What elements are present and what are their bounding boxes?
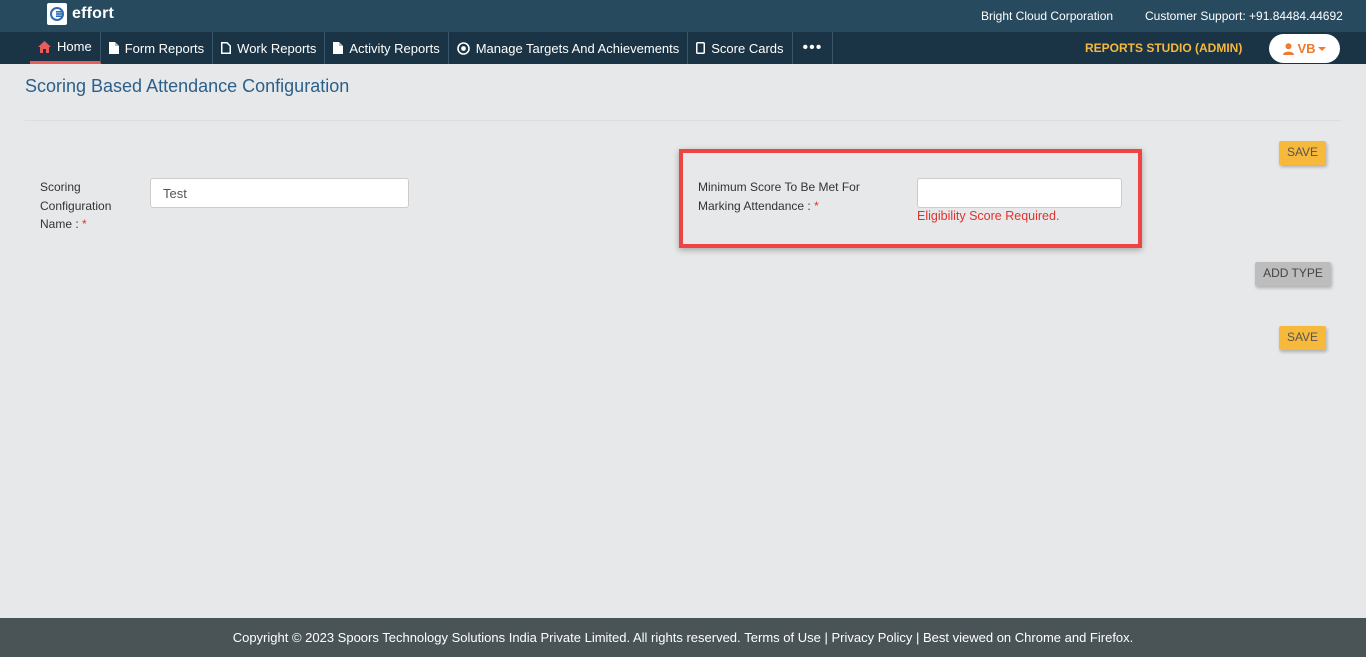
target-icon [456,41,470,55]
nav-item-home[interactable]: Home [30,32,101,64]
effort-logo-icon [47,3,67,25]
footer: Copyright © 2023 Spoors Technology Solut… [0,618,1366,657]
page-title: Scoring Based Attendance Configuration [25,76,350,96]
config-name-label-text: Scoring Configuration Name : [40,180,112,231]
nav-item-manage-targets[interactable]: Manage Targets And Achievements [449,32,689,64]
home-icon [38,40,51,53]
logo-text: effort [72,5,115,22]
file-icon [108,42,119,54]
required-mark: * [82,217,87,231]
chevron-down-icon [1317,46,1326,51]
highlight-box [679,149,1142,248]
file-outline-icon [221,42,232,54]
user-icon [1283,42,1295,55]
user-menu-button[interactable]: VB [1269,34,1340,63]
logo[interactable]: effort [47,3,114,25]
config-name-label: Scoring Configuration Name : * [40,178,140,234]
save-button-top[interactable]: SAVE [1279,141,1326,165]
nav-label-work-reports: Work Reports [237,40,317,56]
nav-label-activity-reports: Activity Reports [349,40,440,56]
nav-label-manage-targets: Manage Targets And Achievements [475,40,680,56]
nav-item-work-reports[interactable]: Work Reports [213,32,326,64]
more-menu-icon[interactable]: ••• [793,32,834,64]
privacy-link[interactable]: Privacy Policy [831,630,912,645]
footer-browsers: Best viewed on Chrome and Firefox. [923,630,1134,645]
footer-copyright: Copyright © 2023 Spoors Technology Solut… [232,630,741,645]
tablet-icon [696,42,706,54]
nav-label-home: Home [57,39,92,54]
divider [25,120,1341,121]
customer-support: Customer Support: +91.84484.44692 [1145,9,1343,23]
reports-studio-link[interactable]: REPORTS STUDIO (ADMIN) [1085,41,1242,55]
nav-item-score-cards[interactable]: Score Cards [688,32,793,64]
company-name: Bright Cloud Corporation [981,9,1114,23]
top-bar: effort Bright Cloud Corporation Customer… [0,0,1366,32]
add-type-button[interactable]: ADD TYPE [1255,262,1331,286]
config-name-input[interactable] [150,178,409,208]
nav-bar: Home Form Reports Work Reports Activity … [0,32,1366,64]
nav-label-score-cards: Score Cards [711,40,784,56]
nav-item-activity-reports[interactable]: Activity Reports [325,32,449,64]
nav-label-form-reports: Form Reports [124,40,205,56]
user-initials: VB [1297,41,1316,56]
terms-link[interactable]: Terms of Use [744,630,821,645]
save-button-bottom[interactable]: SAVE [1279,326,1326,350]
file-icon [333,42,344,54]
nav-item-form-reports[interactable]: Form Reports [101,32,214,64]
main-nav: Home Form Reports Work Reports Activity … [30,32,834,64]
